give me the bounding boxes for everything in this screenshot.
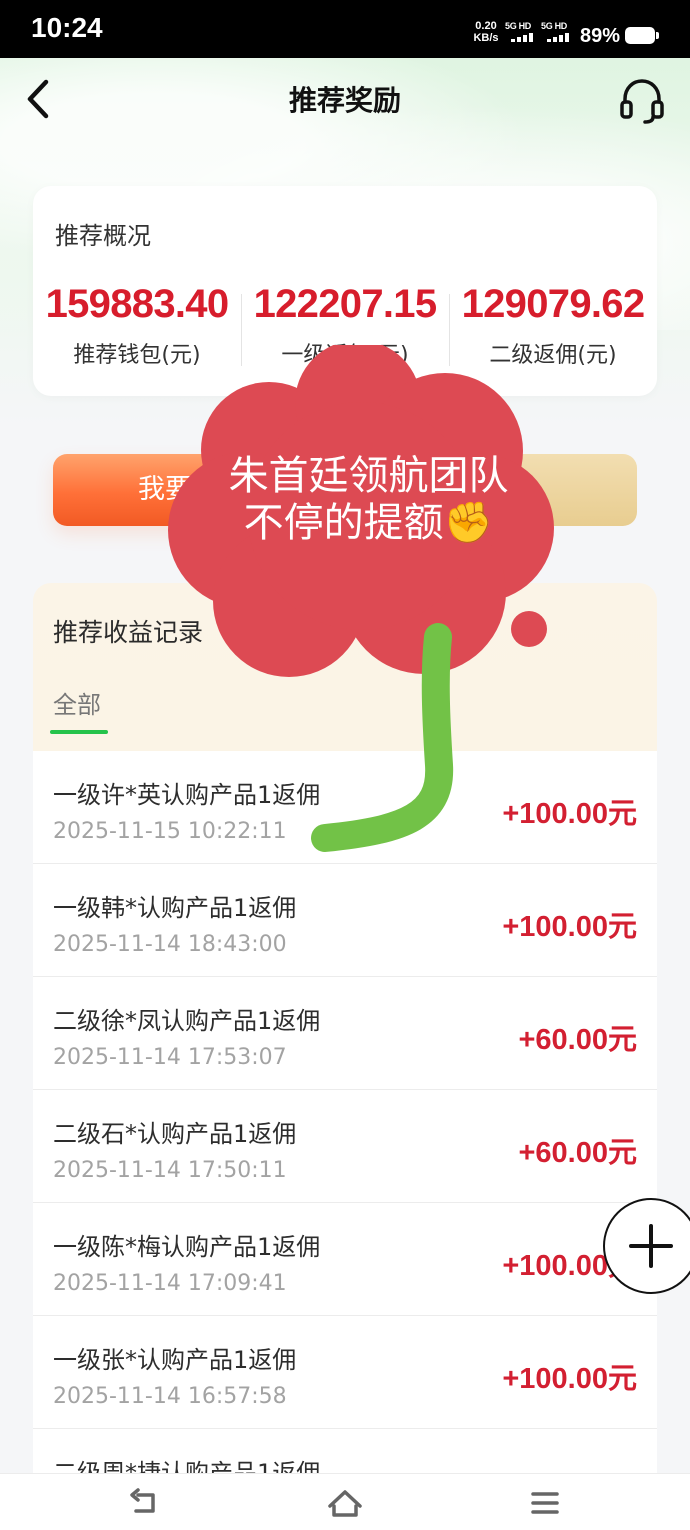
list-item[interactable]: 二级周*捷认购产品1返佣 (33, 1429, 657, 1473)
summary-title: 推荐概况 (55, 222, 151, 250)
stat-label-wallet: 推荐钱包(元) (73, 343, 201, 368)
record-amount: +60.00元 (518, 1137, 637, 1169)
network-speed-unit: KB/s (473, 32, 499, 44)
back-nav-button[interactable] (125, 1484, 165, 1524)
record-title: 一级张*认购产品1返佣 (53, 1346, 297, 1374)
list-item[interactable]: 一级张*认购产品1返佣 2025-11-14 16:57:58 +100.00元 (33, 1316, 657, 1429)
summary-stats: 159883.40 推荐钱包(元) 122207.15 一级返佣(元) 1290… (33, 282, 657, 372)
record-title: 二级石*认购产品1返佣 (53, 1120, 297, 1148)
signal-strength-2: 5G HD (541, 20, 574, 42)
record-title: 一级韩*认购产品1返佣 (53, 894, 297, 922)
headset-icon (620, 79, 664, 124)
records-title: 推荐收益记录 (53, 618, 204, 647)
record-time: 2025-11-15 10:22:11 (53, 819, 287, 844)
network-speed-value: 0.20 (475, 20, 497, 32)
summary-stat-wallet: 159883.40 推荐钱包(元) (33, 282, 241, 369)
stat-label-level2: 二级返佣(元) (489, 343, 617, 368)
status-time: 10:24 (31, 12, 103, 43)
list-item[interactable]: 二级徐*凤认购产品1返佣 2025-11-14 17:53:07 +60.00元 (33, 977, 657, 1090)
support-button[interactable] (617, 75, 667, 125)
record-time: 2025-11-14 17:09:41 (53, 1271, 287, 1296)
stat-value-level1: 122207.15 (253, 282, 437, 326)
battery-percent: 89% (580, 25, 621, 47)
record-time: 2025-11-14 17:53:07 (53, 1045, 287, 1070)
list-item[interactable]: 一级许*英认购产品1返佣 2025-11-15 10:22:11 +100.00… (33, 751, 657, 864)
signal-strength-1: 5G HD (505, 20, 538, 42)
record-amount: +100.00元 (502, 798, 637, 830)
floating-add-button[interactable] (603, 1198, 690, 1294)
stat-label-level1: 一级返佣(元) (281, 343, 409, 368)
stat-value-wallet: 159883.40 (45, 282, 229, 326)
record-title: 二级周*捷认购产品1返佣 (53, 1459, 321, 1473)
system-navigation-bar (0, 1473, 690, 1530)
record-title: 一级许*英认购产品1返佣 (53, 781, 321, 809)
home-nav-button[interactable] (325, 1484, 365, 1524)
summary-stat-level2: 129079.62 二级返佣(元) (449, 282, 657, 369)
stat-value-level2: 129079.62 (461, 282, 645, 326)
signal-bars-icon (511, 32, 535, 42)
action-buttons: 我要推荐 提额 (53, 454, 637, 526)
menu-nav-button[interactable] (525, 1484, 565, 1524)
plus-icon (629, 1224, 673, 1268)
home-icon (328, 1490, 362, 1517)
page-title: 推荐奖励 (288, 84, 401, 117)
network-speed: 0.20 KB/s (470, 20, 502, 44)
list-item[interactable]: 二级石*认购产品1返佣 2025-11-14 17:50:11 +60.00元 (33, 1090, 657, 1203)
increase-limit-button[interactable]: 提额 (359, 454, 637, 526)
signal-bars-icon (547, 32, 571, 42)
record-amount: +100.00元 (502, 911, 637, 943)
list-item[interactable]: 一级陈*梅认购产品1返佣 2025-11-14 17:09:41 +100.00… (33, 1203, 657, 1316)
summary-card: 推荐概况 159883.40 推荐钱包(元) 122207.15 一级返佣(元)… (33, 186, 657, 396)
records-list: 一级许*英认购产品1返佣 2025-11-15 10:22:11 +100.00… (33, 751, 657, 1473)
summary-stat-level1: 122207.15 一级返佣(元) (241, 282, 449, 369)
status-bar: 10:24 0.20 KB/s 5G HD 5G HD 89% (0, 0, 690, 58)
record-time: 2025-11-14 17:50:11 (53, 1158, 287, 1183)
record-title: 一级陈*梅认购产品1返佣 (53, 1233, 321, 1261)
records-header: 推荐收益记录 全部 (33, 583, 657, 751)
signal-2-label: 5G HD (541, 21, 568, 31)
page-header: 推荐奖励 (0, 58, 690, 140)
battery-icon (625, 27, 659, 44)
record-title: 二级徐*凤认购产品1返佣 (53, 1007, 321, 1035)
recommendation-rewards-screen: 10:24 0.20 KB/s 5G HD 5G HD 89% 推荐奖励 推荐概… (0, 0, 690, 1530)
record-amount: +60.00元 (518, 1024, 637, 1056)
list-item[interactable]: 一级韩*认购产品1返佣 2025-11-14 18:43:00 +100.00元 (33, 864, 657, 977)
back-nav-icon (130, 1488, 155, 1513)
active-tab-indicator (50, 730, 108, 734)
record-time: 2025-11-14 18:43:00 (53, 932, 287, 957)
recommend-button[interactable]: 我要推荐 (53, 454, 331, 526)
earnings-records-panel: 推荐收益记录 全部 一级许*英认购产品1返佣 2025-11-15 10:22:… (33, 583, 657, 1473)
tab-all[interactable]: 全部 (53, 685, 101, 720)
record-time: 2025-11-14 16:57:58 (53, 1384, 287, 1409)
signal-1-label: 5G HD (505, 21, 532, 31)
record-amount: +100.00元 (502, 1363, 637, 1395)
menu-icon (531, 1492, 559, 1514)
